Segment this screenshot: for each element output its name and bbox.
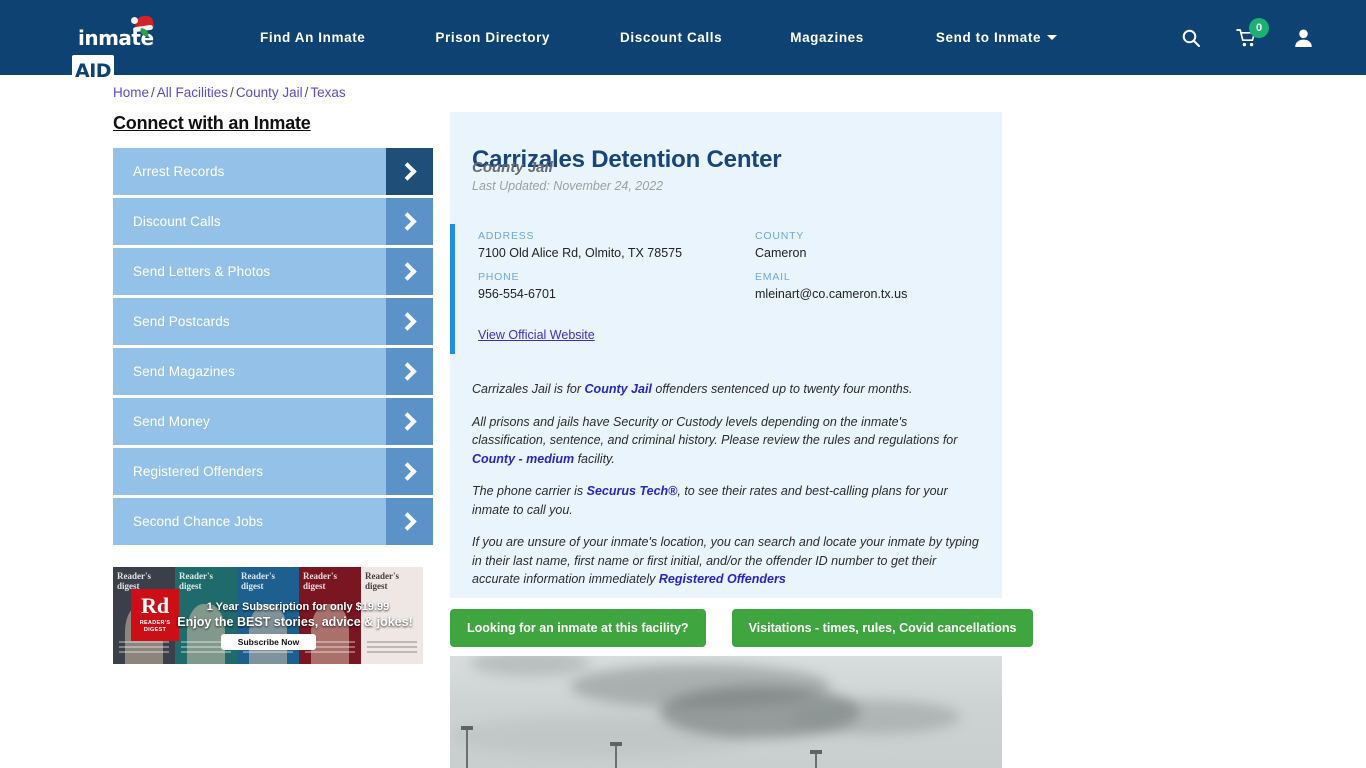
description-paragraph-3: The phone carrier is Securus Tech®, to s… bbox=[472, 482, 984, 519]
ad-subheadline: Enjoy the BEST stories, advice & jokes! bbox=[177, 615, 413, 629]
site-logo[interactable]: inmateAID bbox=[72, 14, 188, 87]
user-account-icon[interactable] bbox=[1292, 27, 1314, 49]
nav-item-send-to-inmate[interactable]: Send to Inmate bbox=[935, 24, 1058, 51]
breadcrumb-item-all-facilities[interactable]: All Facilities bbox=[157, 85, 228, 100]
sidebar-title: Connect with an Inmate bbox=[113, 113, 311, 133]
view-official-website-link[interactable]: View Official Website bbox=[478, 328, 595, 342]
facility-type: County Jail bbox=[472, 159, 553, 176]
sidebar-item-send-money[interactable]: Send Money bbox=[113, 398, 433, 445]
breadcrumb-separator: / bbox=[151, 85, 155, 100]
sidebar-item-label: Send Letters & Photos bbox=[133, 264, 271, 279]
primary-nav: Find An Inmate Prison Directory Discount… bbox=[260, 0, 1058, 75]
chevron-right-icon bbox=[386, 248, 433, 295]
santa-hat-icon bbox=[131, 14, 157, 38]
cart-count-badge: 0 bbox=[1249, 17, 1269, 38]
looking-for-inmate-button[interactable]: Looking for an inmate at this facility? bbox=[450, 609, 706, 647]
search-icon[interactable] bbox=[1180, 27, 1202, 49]
chevron-right-icon bbox=[386, 198, 433, 245]
email-value: mleinart@co.cameron.tx.us bbox=[755, 287, 908, 301]
nav-item-find-an-inmate[interactable]: Find An Inmate bbox=[260, 24, 365, 51]
shopping-cart-icon[interactable]: 0 bbox=[1236, 17, 1269, 49]
facility-description: Carrizales Jail is for County Jail offen… bbox=[472, 380, 984, 603]
breadcrumb-separator: / bbox=[304, 85, 309, 100]
logo-text-aid: AID bbox=[72, 55, 115, 87]
sidebar: Connect with an Inmate Arrest Records Di… bbox=[113, 113, 433, 548]
county-label: COUNTY bbox=[755, 230, 805, 242]
header-icon-group: 0 bbox=[1180, 0, 1314, 75]
breadcrumb-separator: / bbox=[230, 85, 234, 100]
sidebar-item-label: Send Postcards bbox=[133, 314, 230, 329]
phone-value: 956-554-6701 bbox=[478, 287, 556, 301]
sidebar-item-send-letters-photos[interactable]: Send Letters & Photos bbox=[113, 248, 433, 295]
ad-cover-title: Reader's digest bbox=[241, 571, 275, 591]
chevron-down-icon bbox=[1047, 35, 1058, 40]
address-label: ADDRESS bbox=[478, 230, 535, 242]
cloud-shape bbox=[470, 656, 590, 676]
chevron-right-icon bbox=[386, 298, 433, 345]
ad-cover-title: Reader's digest bbox=[179, 571, 213, 591]
accent-bar bbox=[450, 224, 455, 354]
chevron-right-icon bbox=[386, 148, 433, 195]
ad-cover-title: Reader's digest bbox=[365, 571, 399, 591]
sidebar-item-arrest-records[interactable]: Arrest Records bbox=[113, 148, 433, 195]
sidebar-item-label: Discount Calls bbox=[133, 214, 221, 229]
link-county-jail[interactable]: County Jail bbox=[585, 382, 652, 396]
visitations-button[interactable]: Visitations - times, rules, Covid cancel… bbox=[731, 609, 1034, 647]
sidebar-item-label: Send Money bbox=[133, 414, 210, 429]
chevron-right-icon bbox=[386, 348, 433, 395]
advertisement-banner[interactable]: Reader's digest Reader's digest Reader's… bbox=[113, 567, 423, 664]
ad-cover-title: Reader's digest bbox=[117, 571, 151, 591]
ad-cover-title: Reader's digest bbox=[303, 571, 337, 591]
chevron-right-icon bbox=[386, 498, 433, 545]
p2-text-b: facility. bbox=[574, 451, 615, 466]
nav-item-discount-calls[interactable]: Discount Calls bbox=[620, 24, 722, 51]
light-pole bbox=[810, 750, 822, 768]
p2-text-a: All prisons and jails have Security or C… bbox=[472, 414, 958, 448]
p3-text-a: The phone carrier is bbox=[472, 484, 587, 498]
last-updated-text: Last Updated: November 24, 2022 bbox=[472, 179, 664, 193]
description-paragraph-4: If you are unsure of your inmate's locat… bbox=[472, 533, 984, 589]
breadcrumb-item-texas[interactable]: Texas bbox=[310, 85, 345, 100]
description-paragraph-2: All prisons and jails have Security or C… bbox=[472, 413, 984, 469]
link-securus-tech[interactable]: Securus Tech® bbox=[587, 484, 678, 498]
light-pole bbox=[461, 726, 473, 768]
nav-item-magazines[interactable]: Magazines bbox=[790, 24, 864, 51]
breadcrumb: Home / All Facilities / County Jail / Texas bbox=[113, 85, 346, 100]
nav-item-prison-directory[interactable]: Prison Directory bbox=[435, 24, 550, 51]
sidebar-item-second-chance-jobs[interactable]: Second Chance Jobs bbox=[113, 498, 433, 545]
breadcrumb-item-home[interactable]: Home bbox=[113, 85, 149, 100]
sidebar-item-registered-offenders[interactable]: Registered Offenders bbox=[113, 448, 433, 495]
ad-headline: 1 Year Subscription for only $19.99 bbox=[206, 601, 390, 613]
sidebar-item-label: Arrest Records bbox=[133, 164, 225, 179]
description-paragraph-1: Carrizales Jail is for County Jail offen… bbox=[472, 380, 984, 399]
nav-item-send-to-inmate-label: Send to Inmate bbox=[935, 30, 1042, 45]
email-label: EMAIL bbox=[755, 271, 791, 283]
phone-label: PHONE bbox=[478, 271, 520, 283]
cta-button-row: Looking for an inmate at this facility? … bbox=[450, 609, 1034, 647]
contact-details-block: ADDRESS 7100 Old Alice Rd, Olmito, TX 78… bbox=[450, 224, 1002, 354]
sidebar-item-send-magazines[interactable]: Send Magazines bbox=[113, 348, 433, 395]
ad-brand-initials: Rd bbox=[140, 593, 170, 618]
top-navigation-bar: inmateAID Find An Inmate Prison Director… bbox=[0, 0, 1366, 87]
chevron-right-icon bbox=[386, 398, 433, 445]
sidebar-item-label: Second Chance Jobs bbox=[133, 514, 264, 529]
chevron-right-icon bbox=[386, 448, 433, 495]
light-pole bbox=[610, 742, 622, 768]
sidebar-item-send-postcards[interactable]: Send Postcards bbox=[113, 298, 433, 345]
ad-subscribe-button[interactable]: Subscribe Now bbox=[221, 634, 316, 650]
address-value: 7100 Old Alice Rd, Olmito, TX 78575 bbox=[478, 246, 683, 260]
p1-text-a: Carrizales Jail is for bbox=[472, 382, 585, 396]
facility-photo bbox=[450, 656, 1002, 768]
p1-text-b: offenders sentenced up to twenty four mo… bbox=[651, 382, 913, 396]
breadcrumb-item-county-jail[interactable]: County Jail bbox=[236, 85, 303, 100]
county-value: Cameron bbox=[755, 246, 807, 260]
sidebar-item-discount-calls[interactable]: Discount Calls bbox=[113, 198, 433, 245]
link-registered-offenders[interactable]: Registered Offenders bbox=[659, 572, 786, 586]
cloud-shape bbox=[790, 700, 960, 734]
facility-info-panel: Carrizales Detention Center County Jail … bbox=[450, 112, 1002, 598]
sidebar-item-label: Registered Offenders bbox=[133, 464, 264, 479]
link-county-medium[interactable]: County - medium bbox=[472, 452, 574, 466]
sidebar-item-label: Send Magazines bbox=[133, 364, 235, 379]
